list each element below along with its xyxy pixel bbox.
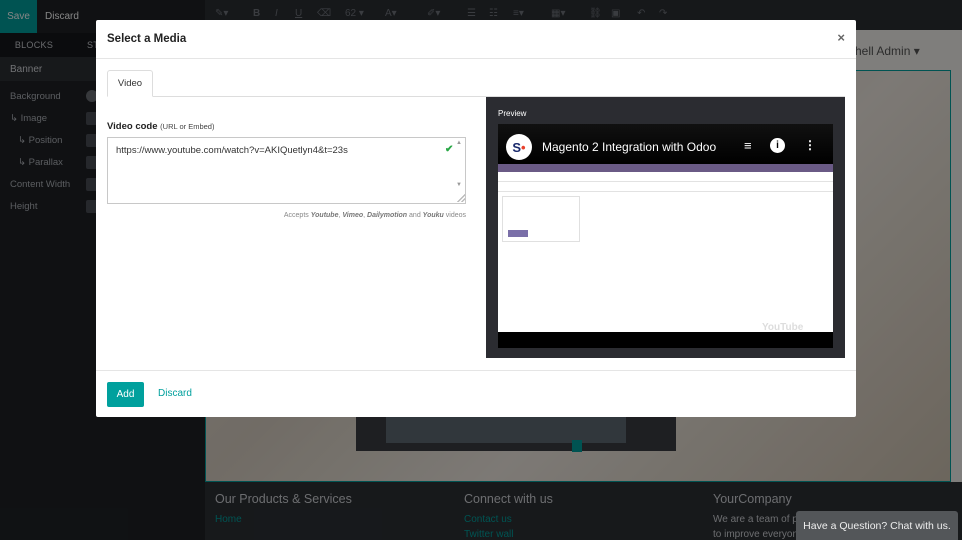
live-chat-button[interactable]: Have a Question? Chat with us.: [796, 511, 958, 540]
video-title[interactable]: Magento 2 Integration with Odoo: [542, 140, 716, 154]
video-frame-navbar: [498, 164, 833, 172]
accepts-youku: Youku: [422, 212, 444, 219]
video-code-input[interactable]: https://www.youtube.com/watch?v=AKIQuetl…: [107, 137, 466, 204]
video-code-label-text: Video code: [107, 121, 158, 132]
modal-title: Select a Media: [107, 33, 187, 45]
info-icon[interactable]: i: [770, 138, 785, 153]
more-options-icon[interactable]: ⋮: [804, 138, 816, 152]
modal-header: Select a Media ×: [96, 20, 856, 59]
accepts-prefix: Accepts: [283, 212, 309, 219]
accepts-and: and: [409, 212, 421, 219]
video-frame: [498, 164, 833, 332]
video-bottom-bar: [498, 332, 833, 348]
video-code-hint: (URL or Embed): [160, 122, 215, 131]
select-media-dialog: Select a Media × Video Video code (URL o…: [96, 20, 856, 417]
preview-label: Preview: [498, 109, 527, 118]
video-player[interactable]: S • Magento 2 Integration with Odoo ≡ i ⋮…: [498, 124, 833, 348]
media-tabs: Video: [107, 70, 845, 97]
video-frame-filters: [498, 182, 833, 192]
video-code-label: Video code (URL or Embed): [107, 121, 214, 132]
tab-video[interactable]: Video: [107, 70, 153, 97]
channel-avatar[interactable]: S •: [506, 134, 532, 160]
accepts-youtube: Youtube: [310, 212, 339, 219]
youtube-logo[interactable]: YouTube: [762, 322, 803, 333]
close-icon[interactable]: ×: [837, 30, 845, 45]
accepted-sources-note: Accepts Youtube, Vimeo, Dailymotion and …: [283, 212, 466, 219]
video-preview-panel: Preview S • Magento 2 Integration with Od…: [486, 97, 845, 358]
accepts-vimeo: Vimeo: [342, 212, 364, 219]
video-frame-breadcrumb: [498, 172, 833, 182]
scroll-up-arrow-icon[interactable]: ▲: [456, 140, 462, 146]
add-button[interactable]: Add: [107, 382, 144, 407]
accepts-suffix: videos: [445, 212, 466, 219]
resize-grip-icon[interactable]: [457, 194, 465, 202]
accepts-dailymotion: Dailymotion: [367, 212, 408, 219]
check-icon: ✔: [445, 144, 454, 155]
discard-button[interactable]: Discard: [158, 388, 192, 399]
video-frame-button: [508, 230, 528, 237]
playlist-icon[interactable]: ≡: [744, 138, 752, 153]
scroll-down-arrow-icon[interactable]: ▼: [456, 182, 462, 188]
modal-footer: Add Discard: [96, 370, 856, 417]
